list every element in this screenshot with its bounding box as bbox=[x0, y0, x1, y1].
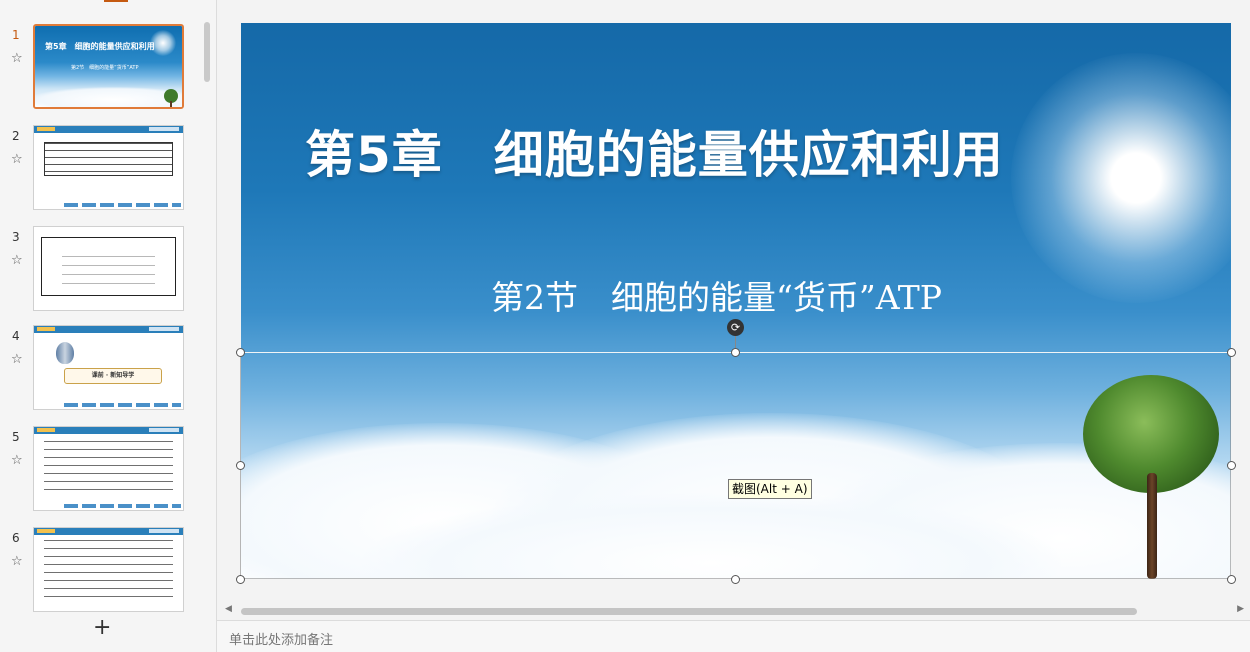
thumbnail-scrollbar[interactable] bbox=[204, 22, 210, 82]
tree-trunk bbox=[1147, 473, 1157, 579]
header-logo bbox=[37, 428, 55, 432]
thumbnail-header-bar bbox=[34, 528, 183, 535]
scroll-right-icon[interactable]: ▶ bbox=[1237, 604, 1244, 614]
thumbnail-header-bar bbox=[34, 326, 183, 333]
thumbnail-row-2: 2 ☆ bbox=[0, 125, 200, 213]
scrollbar-thumb[interactable] bbox=[241, 608, 1137, 615]
thumbnail-row-6: 6 ☆ bbox=[0, 527, 200, 615]
thumbnail-subtitle: 第2节 细胞的能量“货币”ATP bbox=[71, 65, 139, 71]
thumbnail-table bbox=[44, 142, 173, 176]
balloon-image bbox=[56, 342, 74, 364]
thumbnail-text-lines bbox=[44, 441, 173, 491]
resize-handle-bottom[interactable] bbox=[731, 575, 740, 584]
scroll-left-icon[interactable]: ◀ bbox=[225, 604, 232, 614]
resize-handle-top-right[interactable] bbox=[1227, 348, 1236, 357]
resize-handle-bottom-right[interactable] bbox=[1227, 575, 1236, 584]
thumbnail-number: 4 bbox=[12, 329, 20, 343]
thumbnail-row-3: 3 ☆ bbox=[0, 226, 200, 314]
star-icon[interactable]: ☆ bbox=[11, 555, 23, 568]
slide-thumbnail-4[interactable]: 课前 · 新知导学 bbox=[33, 325, 184, 410]
rotate-handle-stem bbox=[735, 336, 736, 348]
notes-placeholder[interactable]: 单击此处添加备注 bbox=[229, 629, 333, 648]
thumbnail-footer bbox=[64, 403, 181, 407]
star-icon[interactable]: ☆ bbox=[11, 454, 23, 467]
header-badge bbox=[149, 529, 179, 533]
horizontal-scrollbar[interactable]: ◀ ▶ bbox=[217, 600, 1250, 620]
star-icon[interactable]: ☆ bbox=[11, 52, 23, 65]
thumbnail-row-5: 5 ☆ bbox=[0, 426, 200, 514]
header-badge bbox=[149, 428, 179, 432]
header-logo bbox=[37, 127, 55, 131]
resize-handle-left[interactable] bbox=[236, 461, 245, 470]
thumbnail-title: 第5章 细胞的能量供应和利用 bbox=[45, 42, 155, 51]
thumbnail-footer bbox=[64, 504, 181, 508]
resize-handle-right[interactable] bbox=[1227, 461, 1236, 470]
thumbnail-number: 3 bbox=[12, 230, 20, 244]
resize-handle-top-left[interactable] bbox=[236, 348, 245, 357]
thumbnail-diagram-frame bbox=[41, 237, 176, 296]
cloud-image bbox=[35, 87, 182, 107]
header-badge bbox=[149, 127, 179, 131]
thumbnail-number: 6 bbox=[12, 531, 20, 545]
thumbnail-number: 1 bbox=[12, 28, 20, 42]
slide-thumbnail-panel: 1 ☆ 第5章 细胞的能量供应和利用 第2节 细胞的能量“货币”ATP 2 ☆ … bbox=[0, 0, 217, 652]
thumbnail-banner: 课前 · 新知导学 bbox=[64, 368, 162, 384]
slide-editor: 第5章 细胞的能量供应和利用 第2节 细胞的能量“货币”ATP bbox=[217, 0, 1250, 620]
notes-pane[interactable]: 单击此处添加备注 bbox=[217, 620, 1250, 652]
thumbnail-text-lines bbox=[44, 540, 173, 600]
rotate-icon[interactable]: ⟳ bbox=[727, 319, 744, 336]
slide-thumbnail-2[interactable] bbox=[33, 125, 184, 210]
active-tab-marker bbox=[104, 0, 128, 2]
star-icon[interactable]: ☆ bbox=[11, 153, 23, 166]
slide-thumbnail-1[interactable]: 第5章 细胞的能量供应和利用 第2节 细胞的能量“货币”ATP bbox=[33, 24, 184, 109]
thumbnail-row-1: 1 ☆ 第5章 细胞的能量供应和利用 第2节 细胞的能量“货币”ATP bbox=[0, 24, 200, 112]
thumbnail-row-4: 4 ☆ 课前 · 新知导学 bbox=[0, 325, 200, 413]
thumbnail-number: 2 bbox=[12, 129, 20, 143]
header-badge bbox=[149, 327, 179, 331]
screenshot-tooltip: 截图(Alt + A) bbox=[728, 479, 812, 499]
header-logo bbox=[37, 327, 55, 331]
header-logo bbox=[37, 529, 55, 533]
add-slide-icon[interactable]: + bbox=[93, 617, 111, 639]
thumbnail-header-bar bbox=[34, 427, 183, 434]
thumbnail-header-bar bbox=[34, 126, 183, 133]
resize-handle-bottom-left[interactable] bbox=[236, 575, 245, 584]
thumbnail-footer bbox=[64, 203, 181, 207]
thumbnail-diagram bbox=[62, 256, 155, 285]
thumbnail-number: 5 bbox=[12, 430, 20, 444]
slide-thumbnail-3[interactable] bbox=[33, 226, 184, 311]
star-icon[interactable]: ☆ bbox=[11, 353, 23, 366]
chapter-title[interactable]: 第5章 细胞的能量供应和利用 bbox=[305, 115, 1004, 187]
resize-handle-top[interactable] bbox=[731, 348, 740, 357]
sun-glare-image bbox=[1011, 53, 1231, 303]
slide-thumbnail-5[interactable] bbox=[33, 426, 184, 511]
tree-trunk bbox=[170, 101, 172, 107]
slide-thumbnail-6[interactable] bbox=[33, 527, 184, 612]
section-title[interactable]: 第2节 细胞的能量“货币”ATP bbox=[491, 271, 942, 319]
star-icon[interactable]: ☆ bbox=[11, 254, 23, 267]
